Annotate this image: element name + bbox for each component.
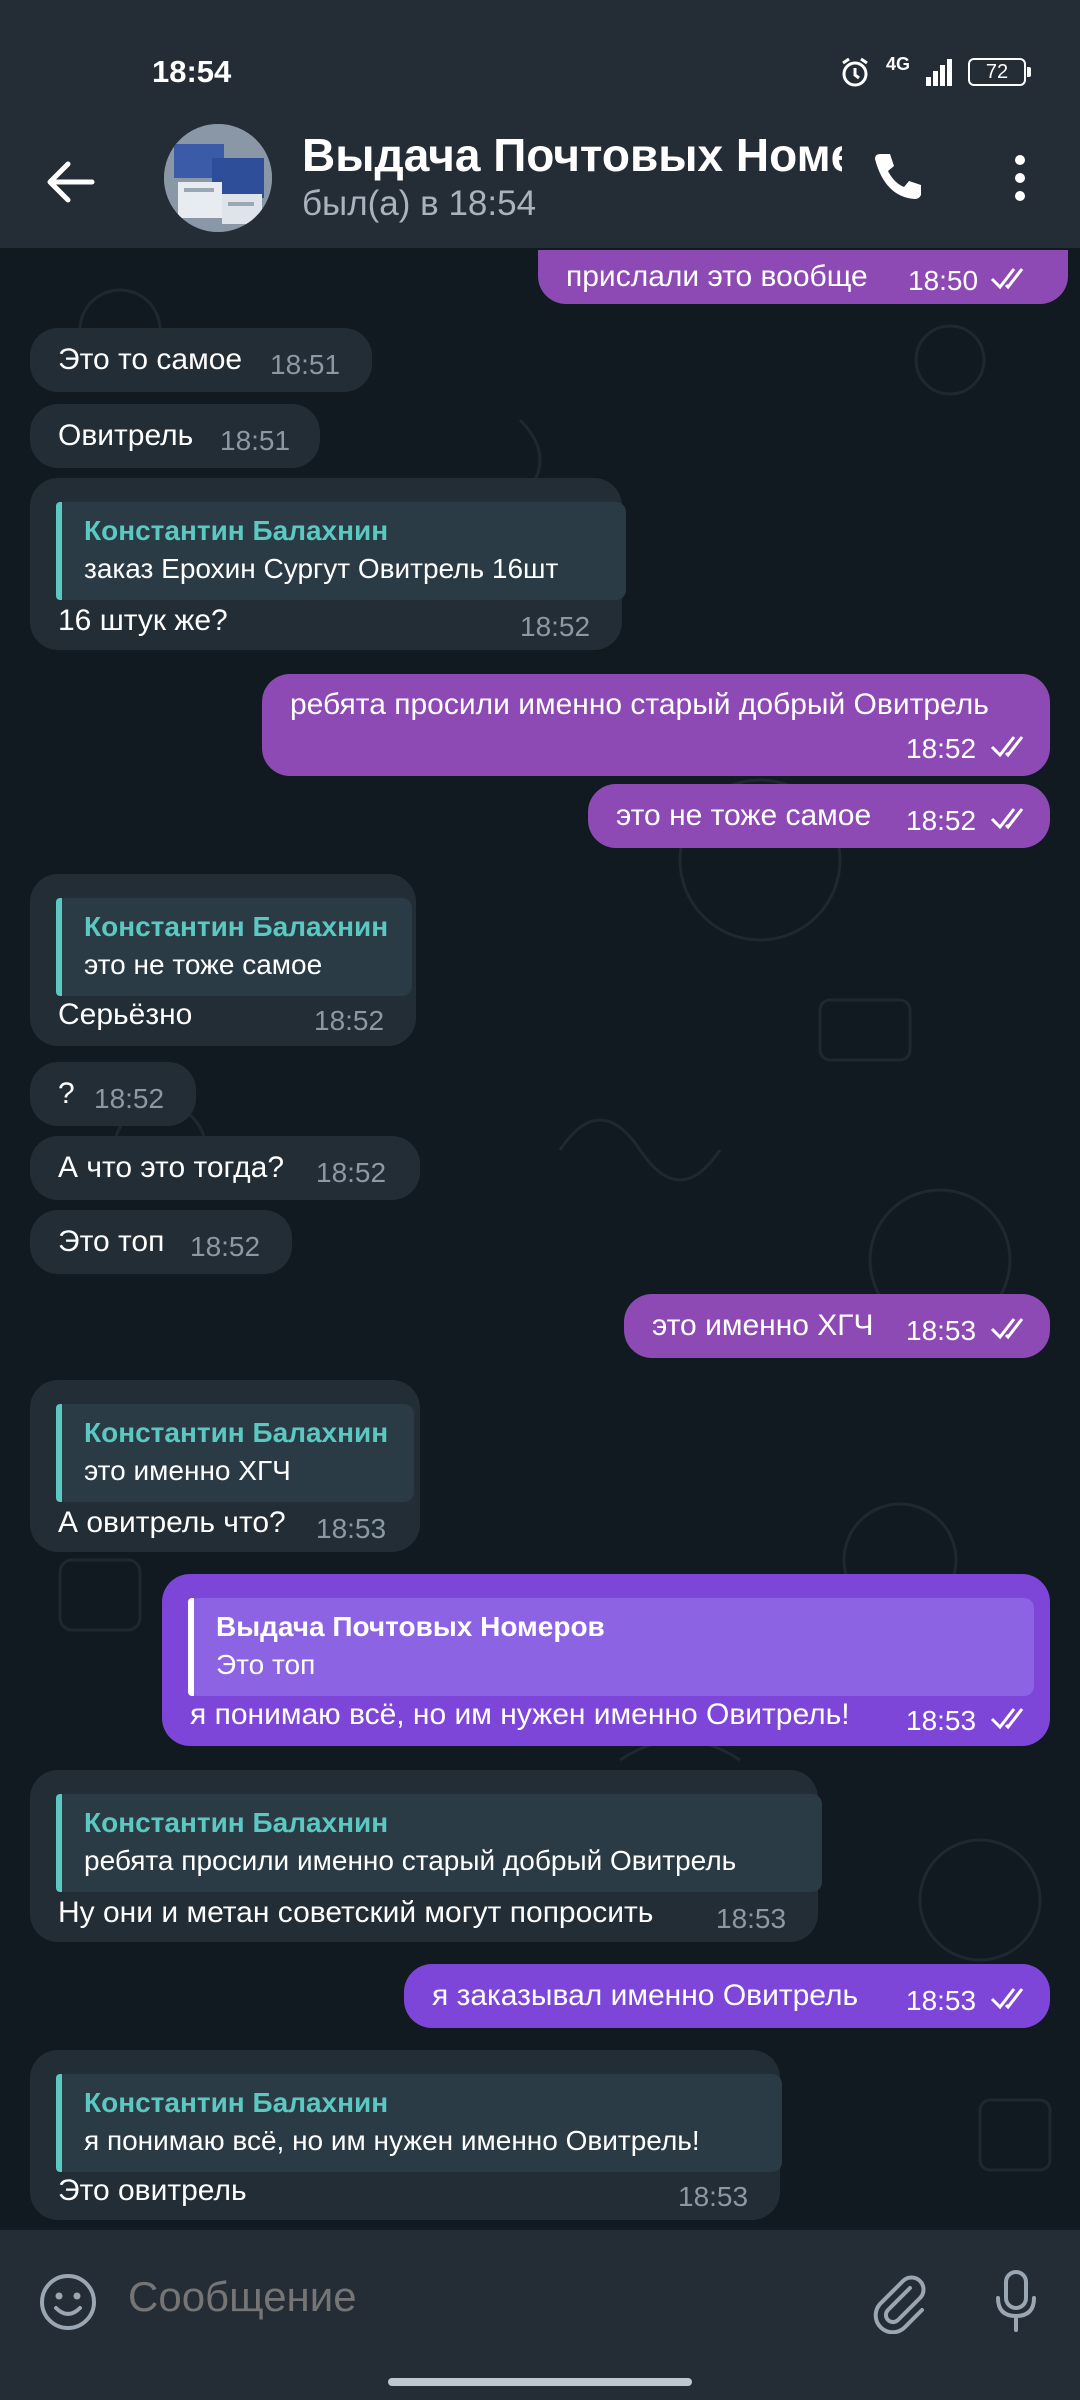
message-time: 18:53 bbox=[906, 1985, 977, 2016]
message-time: 18:52 bbox=[314, 1005, 385, 1036]
read-check-icon bbox=[990, 736, 1024, 758]
message-time: 18:52 bbox=[94, 1083, 165, 1114]
message-text: Серьёзно bbox=[58, 998, 193, 1031]
reply-author: Константин Балахнин bbox=[84, 911, 389, 942]
message-time: 18:52 bbox=[190, 1231, 261, 1262]
incoming-message[interactable]: Это то самое 18:51 bbox=[30, 328, 372, 392]
outgoing-message[interactable]: это именно ХГЧ 18:53 bbox=[624, 1294, 1050, 1358]
message-text: я заказывал именно Овитрель bbox=[432, 1979, 859, 2012]
outgoing-message[interactable]: прислали это вообще 18:50 bbox=[538, 250, 1068, 304]
message-text: Овитрель bbox=[58, 419, 194, 452]
reply-quote[interactable]: Константин Балахнин я понимаю всё, но им… bbox=[56, 2074, 782, 2172]
message-text: Ну они и метан советский могут попросить bbox=[58, 1896, 654, 1929]
incoming-message[interactable]: Это топ 18:52 bbox=[30, 1210, 292, 1274]
chat-avatar[interactable] bbox=[164, 124, 272, 232]
reply-author: Константин Балахнин bbox=[84, 1417, 389, 1448]
status-icons: 4G 72 bbox=[838, 53, 1032, 90]
read-check-icon bbox=[990, 1708, 1024, 1730]
message-time: 18:50 bbox=[908, 265, 979, 296]
incoming-message[interactable]: Константин Балахнин ребята просили именн… bbox=[30, 1770, 822, 1942]
reply-author: Константин Балахнин bbox=[84, 2087, 389, 2118]
reply-quote[interactable]: Константин Балахнин это не тоже самое bbox=[56, 898, 412, 996]
message-time: 18:53 bbox=[906, 1315, 977, 1346]
reply-text: я понимаю всё, но им нужен именно Овитре… bbox=[84, 2125, 700, 2156]
reply-text: заказ Ерохин Сургут Овитрель 16шт bbox=[84, 553, 559, 584]
incoming-message[interactable]: ? 18:52 bbox=[30, 1062, 196, 1126]
incoming-message[interactable]: Константин Балахнин я понимаю всё, но им… bbox=[30, 2050, 782, 2220]
chat-last-seen: был(а) в 18:54 bbox=[302, 184, 537, 223]
home-indicator[interactable] bbox=[388, 2378, 692, 2386]
read-check-icon bbox=[990, 1988, 1024, 2010]
message-text: 16 штук же? bbox=[58, 604, 228, 637]
message-time: 18:52 bbox=[906, 733, 977, 764]
message-time: 18:53 bbox=[906, 1705, 977, 1736]
reply-quote[interactable]: Выдача Почтовых Номеров Это топ bbox=[188, 1598, 1034, 1696]
back-arrow-icon[interactable] bbox=[38, 150, 102, 214]
incoming-message[interactable]: Константин Балахнин это именно ХГЧ А ови… bbox=[30, 1380, 420, 1552]
message-time: 18:52 bbox=[906, 805, 977, 836]
battery-icon: 72 bbox=[968, 58, 1032, 86]
message-text: Это топ bbox=[58, 1225, 165, 1258]
message-text: Это то самое bbox=[58, 343, 243, 376]
app-header: 18:54 4G 72 Выдача Почтовых Номеров был(… bbox=[0, 0, 1080, 248]
message-input[interactable] bbox=[126, 2272, 830, 2322]
read-check-icon bbox=[990, 1318, 1024, 1340]
message-time: 18:52 bbox=[520, 611, 591, 642]
message-time: 18:53 bbox=[716, 1903, 787, 1934]
incoming-message[interactable]: А что это тогда? 18:52 bbox=[30, 1136, 420, 1200]
chat-title[interactable]: Выдача Почтовых Номеров bbox=[302, 128, 842, 182]
reply-text: ребята просили именно старый добрый Овит… bbox=[84, 1845, 737, 1876]
message-text: прислали это вообще bbox=[566, 260, 868, 293]
outgoing-message[interactable]: Выдача Почтовых Номеров Это топ я понима… bbox=[162, 1574, 1050, 1746]
reply-text: Это топ bbox=[216, 1649, 316, 1680]
message-time: 18:52 bbox=[316, 1157, 387, 1188]
message-text: я понимаю всё, но им нужен именно Овитре… bbox=[190, 1698, 850, 1731]
message-time: 18:51 bbox=[270, 349, 341, 380]
message-text: это не тоже самое bbox=[616, 799, 872, 832]
incoming-message[interactable]: Константин Балахнин заказ Ерохин Сургут … bbox=[30, 478, 626, 650]
incoming-message[interactable]: Овитрель 18:51 bbox=[30, 404, 320, 468]
outgoing-message[interactable]: ребята просили именно старый добрый Овит… bbox=[262, 674, 1050, 776]
more-vertical-icon[interactable] bbox=[1000, 146, 1040, 210]
network-type: 4G bbox=[886, 53, 911, 74]
phone-icon[interactable] bbox=[866, 146, 930, 210]
message-composer bbox=[0, 2230, 1080, 2400]
read-check-icon bbox=[990, 268, 1024, 290]
emoji-icon[interactable] bbox=[36, 2270, 100, 2334]
reply-text: это именно ХГЧ bbox=[84, 1455, 291, 1486]
incoming-message[interactable]: Константин Балахнин это не тоже самое Се… bbox=[30, 874, 416, 1046]
message-text: А овитрель что? bbox=[58, 1506, 286, 1539]
reply-quote[interactable]: Константин Балахнин это именно ХГЧ bbox=[56, 1404, 414, 1502]
signal-icon bbox=[926, 59, 953, 86]
reply-author: Выдача Почтовых Номеров bbox=[216, 1611, 605, 1642]
message-time: 18:53 bbox=[316, 1513, 387, 1544]
message-text: Это овитрель bbox=[58, 2174, 247, 2207]
alarm-icon bbox=[842, 57, 868, 87]
microphone-icon[interactable] bbox=[990, 2268, 1042, 2336]
read-check-icon bbox=[990, 808, 1024, 830]
status-time: 18:54 bbox=[152, 54, 232, 89]
message-text: А что это тогда? bbox=[58, 1151, 285, 1184]
message-time: 18:51 bbox=[220, 425, 291, 456]
message-text: это именно ХГЧ bbox=[652, 1309, 874, 1342]
reply-author: Константин Балахнин bbox=[84, 1807, 389, 1838]
outgoing-message[interactable]: это не тоже самое 18:52 bbox=[588, 784, 1050, 848]
message-time: 18:53 bbox=[678, 2181, 749, 2212]
outgoing-message[interactable]: я заказывал именно Овитрель 18:53 bbox=[404, 1964, 1050, 2028]
reply-quote[interactable]: Константин Балахнин заказ Ерохин Сургут … bbox=[56, 502, 626, 600]
message-text: ? bbox=[58, 1077, 75, 1110]
paperclip-icon[interactable] bbox=[866, 2270, 930, 2334]
reply-quote[interactable]: Константин Балахнин ребята просили именн… bbox=[56, 1794, 822, 1892]
reply-text: это не тоже самое bbox=[84, 949, 323, 980]
message-text: ребята просили именно старый добрый Овит… bbox=[290, 688, 989, 721]
reply-author: Константин Балахнин bbox=[84, 515, 389, 546]
